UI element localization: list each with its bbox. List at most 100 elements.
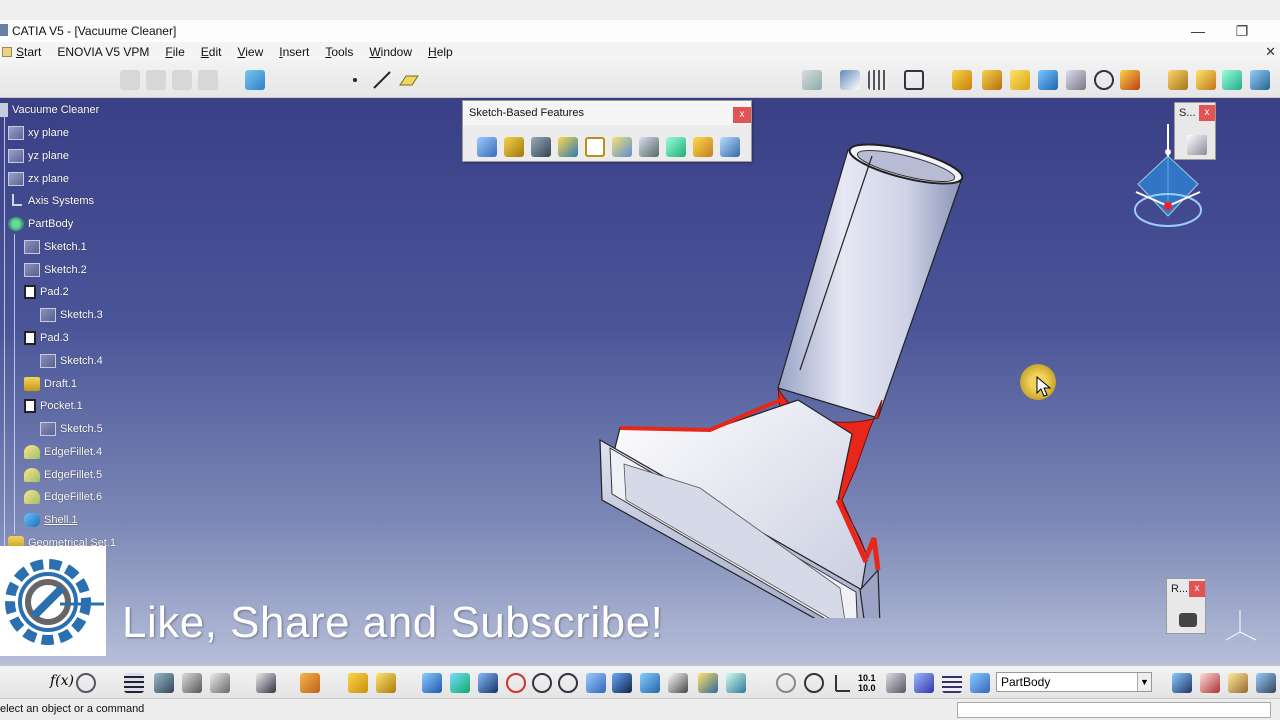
shading-mode-icon[interactable] bbox=[668, 673, 688, 693]
target-icon[interactable] bbox=[1094, 70, 1114, 90]
tree-item-yz-plane[interactable]: yz plane bbox=[8, 147, 69, 165]
point-icon[interactable] bbox=[347, 70, 363, 90]
cut-icon[interactable] bbox=[146, 70, 166, 90]
menu-tools[interactable]: Tools bbox=[317, 42, 361, 62]
mini-toolbar-top-close-button[interactable]: x bbox=[1199, 105, 1215, 121]
tree-item-sketch-4[interactable]: Sketch.4 bbox=[40, 352, 103, 370]
command-input[interactable] bbox=[957, 702, 1271, 718]
paste-icon[interactable] bbox=[198, 70, 218, 90]
pocket-tool-icon[interactable] bbox=[982, 70, 1002, 90]
dimension-icon[interactable]: 10.1 10.0 bbox=[858, 673, 878, 693]
transform-tool-icon[interactable] bbox=[1222, 70, 1242, 90]
grid-icon[interactable] bbox=[868, 70, 888, 90]
line-icon[interactable] bbox=[372, 70, 392, 90]
shaft-feature-icon[interactable] bbox=[531, 137, 551, 157]
tree-item-sketch-5[interactable]: Sketch.5 bbox=[40, 420, 103, 438]
multi-view-icon[interactable] bbox=[612, 673, 632, 693]
zoom-in-icon[interactable] bbox=[532, 673, 552, 693]
analysis-icon[interactable] bbox=[210, 673, 230, 693]
fit-all-icon[interactable] bbox=[802, 70, 822, 90]
compass-icon[interactable] bbox=[1130, 122, 1206, 230]
shaft-tool-icon[interactable] bbox=[1010, 70, 1030, 90]
work-object-select[interactable]: PartBody ▼ bbox=[996, 672, 1152, 692]
apply-material-icon[interactable] bbox=[300, 673, 320, 693]
formula-icon[interactable]: f(x) bbox=[50, 673, 74, 693]
scan-icon[interactable] bbox=[914, 673, 934, 693]
knowledge-icon[interactable] bbox=[76, 673, 96, 693]
mini-toolbar-bottom-close-button[interactable]: x bbox=[1189, 581, 1205, 597]
table-icon[interactable] bbox=[124, 673, 144, 693]
tree-item-axis-systems[interactable]: Axis Systems bbox=[8, 192, 94, 210]
define-in-work-object-icon[interactable] bbox=[970, 673, 990, 693]
3d-viewport[interactable]: Vacuume Cleaner xy plane yz plane zx pla… bbox=[0, 98, 1280, 665]
menu-insert[interactable]: Insert bbox=[271, 42, 317, 62]
body-tool-icon[interactable] bbox=[1168, 70, 1188, 90]
list-icon[interactable] bbox=[942, 673, 962, 693]
analysis-tool-icon[interactable] bbox=[1250, 70, 1270, 90]
isometric-view-icon[interactable] bbox=[640, 673, 660, 693]
normal-view-icon[interactable] bbox=[586, 673, 606, 693]
rib-tool-icon[interactable] bbox=[1038, 70, 1058, 90]
lock-icon[interactable] bbox=[1228, 673, 1248, 693]
tree-item-sketch-1[interactable]: Sketch.1 bbox=[24, 238, 87, 256]
print-icon[interactable] bbox=[256, 673, 276, 693]
document-close-button[interactable]: ✕ bbox=[1265, 44, 1276, 60]
select-icon[interactable] bbox=[120, 70, 140, 90]
tree-root[interactable]: Vacuume Cleaner bbox=[0, 101, 99, 119]
hole-tool-icon[interactable] bbox=[1066, 70, 1086, 90]
rotate-icon[interactable] bbox=[506, 673, 526, 693]
menu-window[interactable]: Window bbox=[361, 42, 420, 62]
minimize-button[interactable]: — bbox=[1186, 22, 1210, 40]
tree-item-edgefillet-6[interactable]: EdgeFillet.6 bbox=[24, 488, 102, 506]
tree-item-edgefillet-4[interactable]: EdgeFillet.4 bbox=[24, 443, 102, 461]
axis-system-tool-icon[interactable] bbox=[832, 673, 852, 693]
sketcher-icon[interactable] bbox=[245, 70, 265, 90]
catalog-icon[interactable] bbox=[1200, 673, 1220, 693]
swap-space-icon[interactable] bbox=[726, 673, 746, 693]
camera-icon[interactable] bbox=[1179, 613, 1197, 627]
menu-help[interactable]: Help bbox=[420, 42, 461, 62]
tree-item-pocket-1[interactable]: Pocket.1 bbox=[24, 397, 83, 415]
zoom-out-icon[interactable] bbox=[558, 673, 578, 693]
globe-icon[interactable] bbox=[804, 673, 824, 693]
vacuum-cleaner-model[interactable] bbox=[560, 138, 1000, 618]
pan-view-icon[interactable] bbox=[478, 673, 498, 693]
restore-button[interactable]: ❐ bbox=[1230, 22, 1254, 40]
menu-edit[interactable]: Edit bbox=[193, 42, 230, 62]
chevron-down-icon[interactable]: ▼ bbox=[1137, 673, 1151, 691]
boolean-tool-icon[interactable] bbox=[1196, 70, 1216, 90]
tree-item-xy-plane[interactable]: xy plane bbox=[8, 124, 69, 142]
sketch-toolbar-close-button[interactable]: x bbox=[733, 107, 751, 123]
hide-show-icon[interactable] bbox=[698, 673, 718, 693]
constraint-icon[interactable] bbox=[154, 673, 174, 693]
tree-item-sketch-3[interactable]: Sketch.3 bbox=[40, 306, 103, 324]
pan-icon[interactable] bbox=[840, 70, 860, 90]
tree-item-pad-2[interactable]: Pad.2 bbox=[24, 283, 69, 301]
copy-icon[interactable] bbox=[172, 70, 192, 90]
tree-item-pad-3[interactable]: Pad.3 bbox=[24, 329, 69, 347]
tree-item-partbody[interactable]: PartBody bbox=[8, 215, 73, 233]
pad-tool-icon[interactable] bbox=[952, 70, 972, 90]
render-icon[interactable] bbox=[376, 673, 396, 693]
pocket-feature-icon[interactable] bbox=[504, 137, 524, 157]
tree-item-sketch-2[interactable]: Sketch.2 bbox=[24, 261, 87, 279]
zoom-area-icon[interactable] bbox=[904, 70, 924, 90]
scroll-left-icon[interactable] bbox=[1172, 673, 1192, 693]
menu-start[interactable]: Start bbox=[12, 42, 49, 62]
update-icon[interactable] bbox=[776, 673, 796, 693]
shading-icon[interactable] bbox=[348, 673, 368, 693]
fit-all-in-icon[interactable] bbox=[450, 673, 470, 693]
menu-view[interactable]: View bbox=[229, 42, 271, 62]
fly-mode-icon[interactable] bbox=[422, 673, 442, 693]
measure-icon[interactable] bbox=[182, 673, 202, 693]
plane-tool-icon[interactable] bbox=[398, 70, 419, 90]
menu-enovia[interactable]: ENOVIA V5 VPM bbox=[49, 42, 157, 62]
slot-tool-icon[interactable] bbox=[1120, 70, 1140, 90]
tree-item-shell-1[interactable]: Shell.1 bbox=[24, 511, 78, 529]
tree-item-draft-1[interactable]: Draft.1 bbox=[24, 375, 77, 393]
tree-item-edgefillet-5[interactable]: EdgeFillet.5 bbox=[24, 466, 102, 484]
more-tools-icon[interactable] bbox=[1256, 673, 1276, 693]
cut-section-icon[interactable] bbox=[886, 673, 906, 693]
menu-file[interactable]: File bbox=[157, 42, 192, 62]
tree-item-zx-plane[interactable]: zx plane bbox=[8, 170, 69, 188]
